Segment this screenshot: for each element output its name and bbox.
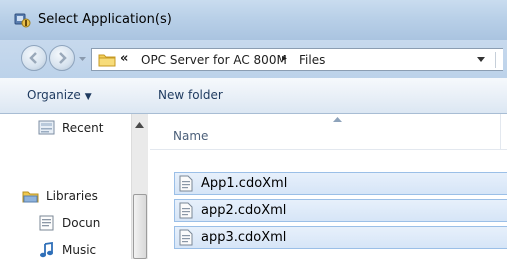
- document-file-icon: [179, 229, 193, 246]
- nav-item-label: Libraries: [46, 189, 98, 203]
- address-bar[interactable]: « OPC Server for AC 800M ▸ Files: [91, 48, 503, 71]
- organize-menu-button[interactable]: Organize ▼: [27, 88, 92, 102]
- documents-icon: [39, 215, 54, 231]
- recent-places-icon: [38, 120, 55, 135]
- libraries-icon: [22, 191, 39, 203]
- window-title: Select Application(s): [38, 12, 172, 27]
- back-arrow-icon: [29, 52, 37, 64]
- scrollbar-thumb[interactable]: [133, 194, 147, 259]
- address-history-dropdown-icon[interactable]: [477, 57, 485, 63]
- new-folder-button[interactable]: New folder: [158, 88, 223, 102]
- sort-ascending-icon: [333, 117, 342, 122]
- recent-pages-dropdown-icon[interactable]: [78, 54, 87, 63]
- column-name-label: Name: [173, 129, 209, 143]
- address-overflow-chevron[interactable]: «: [120, 51, 128, 66]
- breadcrumb-files[interactable]: Files: [299, 53, 325, 67]
- column-divider[interactable]: [500, 114, 501, 150]
- command-bar: Organize ▼ New folder: [0, 78, 507, 114]
- navigation-scrollbar[interactable]: [131, 114, 148, 259]
- music-icon: [40, 242, 53, 258]
- forward-arrow-icon: [59, 52, 67, 64]
- nav-item-label: Music: [62, 243, 97, 257]
- organize-label: Organize: [27, 88, 81, 102]
- file-name: App1.cdoXml: [201, 176, 288, 191]
- address-divider: [495, 52, 496, 68]
- file-row[interactable]: App1.cdoXml: [174, 172, 507, 195]
- nav-item-label: Recent: [62, 121, 104, 135]
- column-header-name[interactable]: Name: [150, 114, 507, 150]
- document-file-icon: [179, 175, 193, 192]
- file-row[interactable]: app2.cdoXml: [174, 199, 507, 222]
- forward-button[interactable]: [49, 45, 75, 71]
- address-row: « OPC Server for AC 800M ▸ Files: [0, 40, 507, 78]
- breadcrumb-separator-icon[interactable]: ▸: [282, 53, 287, 64]
- title-bar[interactable]: Select Application(s): [0, 0, 507, 40]
- document-file-icon: [179, 202, 193, 219]
- application-select-icon: [14, 11, 32, 29]
- file-name: app2.cdoXml: [201, 203, 287, 218]
- navigation-pane: Recent Libraries Docun Music: [0, 114, 150, 259]
- breadcrumb-opc-server[interactable]: OPC Server for AC 800M: [141, 53, 287, 67]
- organize-dropdown-icon: ▼: [84, 92, 92, 102]
- file-name: app3.cdoXml: [201, 230, 287, 245]
- nav-item-label: Docun: [62, 216, 101, 230]
- file-list: Name App1.cdoXml app2.cdoXml app3.cdoXml: [150, 114, 507, 259]
- folder-icon: [98, 54, 116, 67]
- file-row[interactable]: app3.cdoXml: [174, 226, 507, 249]
- scroll-up-icon[interactable]: [135, 122, 144, 128]
- back-button[interactable]: [21, 45, 47, 71]
